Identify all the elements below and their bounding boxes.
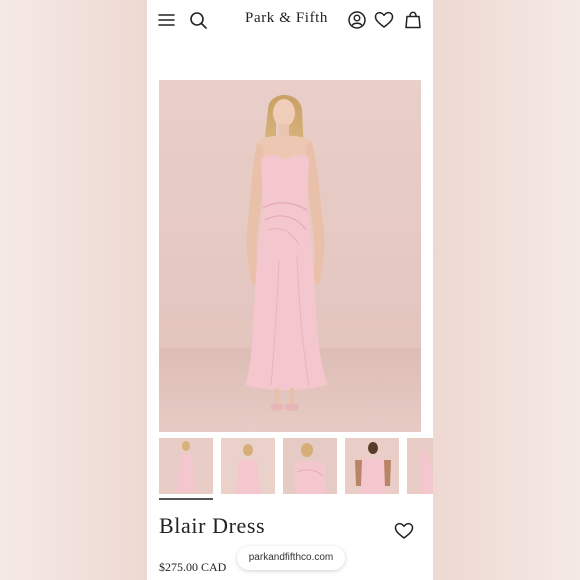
selected-thumbnail-indicator: [159, 498, 213, 500]
thumbnail-5[interactable]: [407, 438, 433, 494]
heart-icon[interactable]: [374, 10, 394, 30]
product-main-image[interactable]: [159, 80, 421, 432]
wishlist-heart-icon[interactable]: [394, 521, 414, 541]
thumbnail-4[interactable]: [345, 438, 399, 494]
product-price: $275.00 CAD: [159, 560, 227, 574]
phone-screen: Park & Fifth Blair Dress $275.00 CAD: [147, 0, 433, 580]
thumbnail-strip: [159, 438, 433, 496]
model-photo: [159, 80, 421, 432]
browser-url-bar[interactable]: parkandfifthco.com: [237, 546, 345, 570]
backdrop-left: [0, 0, 147, 580]
bag-icon[interactable]: [403, 10, 423, 30]
menu-icon[interactable]: [157, 10, 177, 30]
thumbnail-2[interactable]: [221, 438, 275, 494]
site-header: Park & Fifth: [147, 0, 433, 40]
thumbnail-3[interactable]: [283, 438, 337, 494]
backdrop-right: [433, 0, 580, 580]
account-icon[interactable]: [347, 10, 367, 30]
brand-logo[interactable]: Park & Fifth: [245, 10, 328, 27]
search-icon[interactable]: [188, 10, 208, 30]
product-title: Blair Dress: [159, 513, 266, 538]
thumbnail-1[interactable]: [159, 438, 213, 494]
